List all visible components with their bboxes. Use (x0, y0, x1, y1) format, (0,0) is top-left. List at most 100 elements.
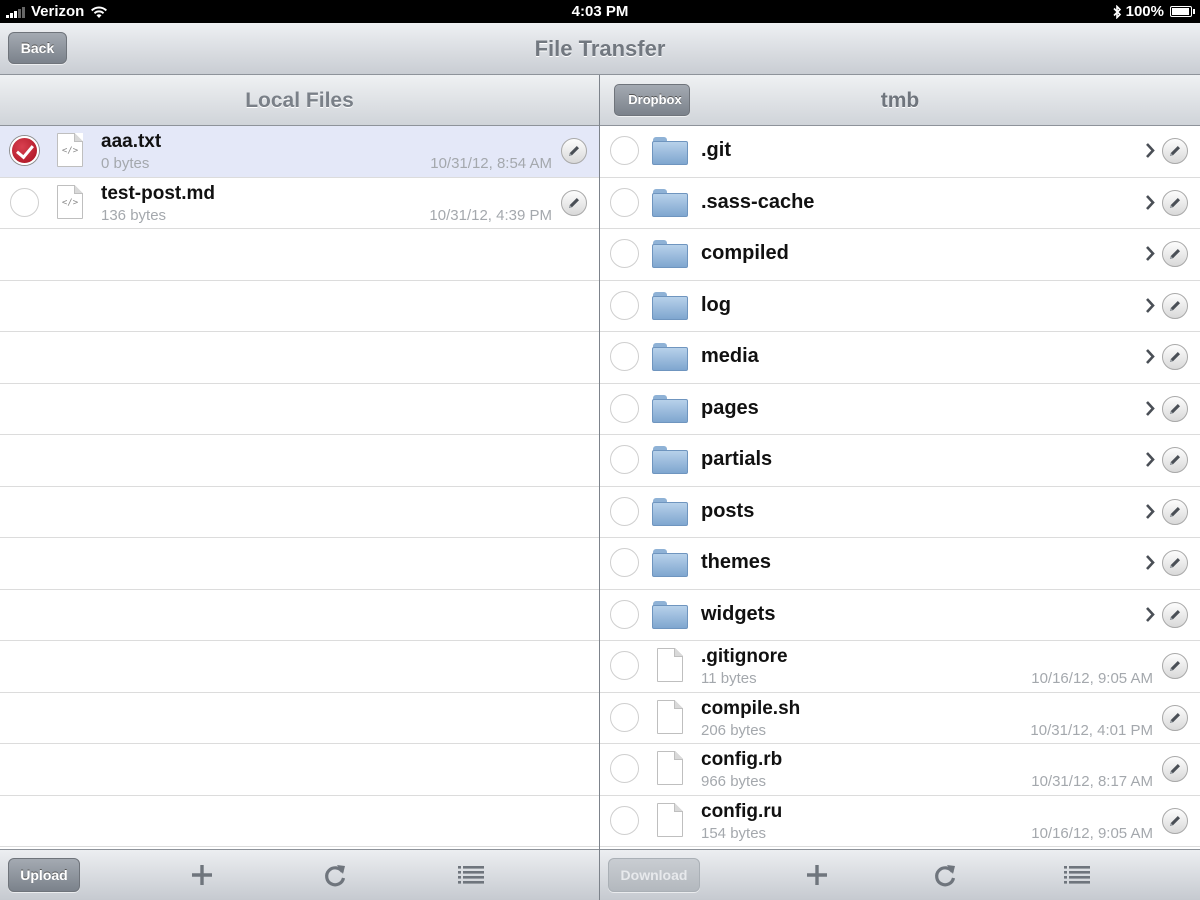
file-date: 10/16/12, 9:05 AM (1031, 824, 1153, 842)
checkbox[interactable] (610, 599, 639, 629)
file-date: 10/31/12, 8:54 AM (430, 155, 552, 172)
list-view-icon[interactable] (457, 861, 485, 889)
chevron-right-icon[interactable] (1145, 451, 1155, 468)
code-glyph: </> (61, 197, 79, 208)
edit-pencil-icon[interactable] (1162, 344, 1188, 370)
checkbox[interactable] (610, 548, 639, 577)
checkbox[interactable] (610, 342, 639, 371)
checked-checkbox[interactable] (10, 136, 39, 165)
empty-row (0, 641, 599, 693)
edit-pencil-icon[interactable] (1162, 241, 1188, 267)
chevron-right-icon[interactable] (1145, 142, 1155, 159)
remote-toolbar: Download (600, 849, 1200, 900)
edit-pencil-icon[interactable] (561, 189, 587, 216)
refresh-icon[interactable] (931, 861, 959, 889)
checkbox[interactable] (610, 805, 639, 835)
clock: 4:03 PM (571, 3, 629, 20)
empty-row (0, 281, 599, 332)
edit-pencil-icon[interactable] (1162, 807, 1188, 834)
folder-row[interactable]: themes (600, 538, 1200, 590)
chevron-right-icon[interactable] (1145, 400, 1155, 417)
edit-pencil-icon[interactable] (1162, 550, 1188, 576)
checkbox[interactable] (610, 445, 639, 474)
edit-pencil-icon[interactable] (1162, 138, 1188, 164)
add-icon[interactable] (803, 861, 831, 889)
file-date: 10/31/12, 4:39 PM (429, 206, 552, 224)
checkbox[interactable] (610, 136, 639, 165)
chevron-right-icon[interactable] (1145, 554, 1155, 571)
battery-icon (1170, 6, 1195, 17)
checkbox[interactable] (610, 702, 639, 732)
file-row[interactable]: config.rb 966 bytes 10/31/12, 8:17 AM (600, 744, 1200, 796)
folder-row[interactable]: posts (600, 487, 1200, 538)
folder-row[interactable]: pages (600, 384, 1200, 435)
folder-row[interactable]: compiled (600, 229, 1200, 281)
checkbox[interactable] (610, 651, 639, 680)
list-view-icon[interactable] (1063, 861, 1091, 889)
chevron-right-icon[interactable] (1145, 606, 1155, 623)
checkbox[interactable] (610, 187, 639, 217)
edit-pencil-icon[interactable] (1162, 447, 1188, 473)
status-bar: Verizon 4:03 PM 100% (0, 0, 1200, 23)
checkbox[interactable] (610, 290, 639, 320)
folder-icon (652, 240, 688, 268)
empty-row (0, 229, 599, 281)
remote-folder-title: tmb (880, 89, 920, 112)
file-name: config.rb (701, 749, 783, 770)
file-icon: </> (57, 184, 83, 219)
folder-icon (652, 600, 688, 629)
empty-row (0, 590, 599, 641)
empty-row (0, 384, 599, 435)
edit-pencil-icon[interactable] (1162, 653, 1188, 679)
chevron-right-icon[interactable] (1145, 194, 1155, 211)
checkbox[interactable] (610, 754, 639, 783)
folder-name: log (701, 293, 731, 316)
folder-icon (652, 343, 688, 371)
checkbox[interactable] (610, 393, 639, 423)
folder-row[interactable]: media (600, 332, 1200, 384)
remote-file-list: .git .sass-cache compiled log media pages part… (600, 126, 1200, 849)
file-size: 136 bytes (101, 206, 167, 224)
checkbox[interactable] (10, 187, 39, 217)
file-row[interactable]: </> test-post.md 136 bytes 10/31/12, 4:39 P… (0, 178, 599, 229)
download-button[interactable]: Download (608, 858, 700, 892)
folder-row[interactable]: .sass-cache (600, 178, 1200, 229)
chevron-right-icon[interactable] (1145, 503, 1155, 520)
chevron-right-icon[interactable] (1145, 297, 1155, 314)
file-row[interactable]: compile.sh 206 bytes 10/31/12, 4:01 PM (600, 693, 1200, 744)
empty-row (0, 796, 599, 847)
folder-row[interactable]: widgets (600, 590, 1200, 641)
file-row[interactable]: config.ru 154 bytes 10/16/12, 9:05 AM (600, 796, 1200, 847)
folder-row[interactable]: .git (600, 126, 1200, 178)
navigation-bar: Back File Transfer (0, 23, 1200, 75)
checkbox[interactable] (610, 496, 639, 526)
checkbox[interactable] (610, 239, 639, 268)
file-size: 206 bytes (701, 721, 767, 739)
edit-pencil-icon[interactable] (1162, 601, 1188, 628)
file-name: config.ru (701, 800, 783, 822)
local-files-header: Local Files (0, 75, 599, 126)
folder-name: themes (701, 551, 772, 573)
edit-pencil-icon[interactable] (1162, 189, 1188, 216)
remote-files-header: Dropbox tmb (600, 75, 1200, 126)
file-row[interactable]: </> aaa.txt 0 bytes 10/31/12, 8:54 AM (0, 126, 599, 178)
edit-pencil-icon[interactable] (1162, 498, 1188, 525)
refresh-icon[interactable] (321, 861, 349, 889)
add-icon[interactable] (188, 861, 216, 889)
empty-row (0, 487, 599, 538)
folder-row[interactable]: partials (600, 435, 1200, 487)
upload-button[interactable]: Upload (8, 858, 80, 892)
edit-pencil-icon[interactable] (1162, 704, 1188, 731)
chevron-right-icon[interactable] (1145, 348, 1155, 365)
file-name: .gitignore (701, 646, 788, 667)
folder-row[interactable]: log (600, 281, 1200, 332)
edit-pencil-icon[interactable] (1162, 395, 1188, 422)
file-date: 10/16/12, 9:05 AM (1031, 670, 1153, 687)
file-row[interactable]: .gitignore 11 bytes 10/16/12, 9:05 AM (600, 641, 1200, 693)
file-name: test-post.md (101, 182, 215, 204)
bluetooth-icon (1113, 4, 1121, 19)
edit-pencil-icon[interactable] (1162, 292, 1188, 319)
edit-pencil-icon[interactable] (1162, 756, 1188, 782)
chevron-right-icon[interactable] (1145, 245, 1155, 262)
edit-pencil-icon[interactable] (561, 138, 587, 164)
